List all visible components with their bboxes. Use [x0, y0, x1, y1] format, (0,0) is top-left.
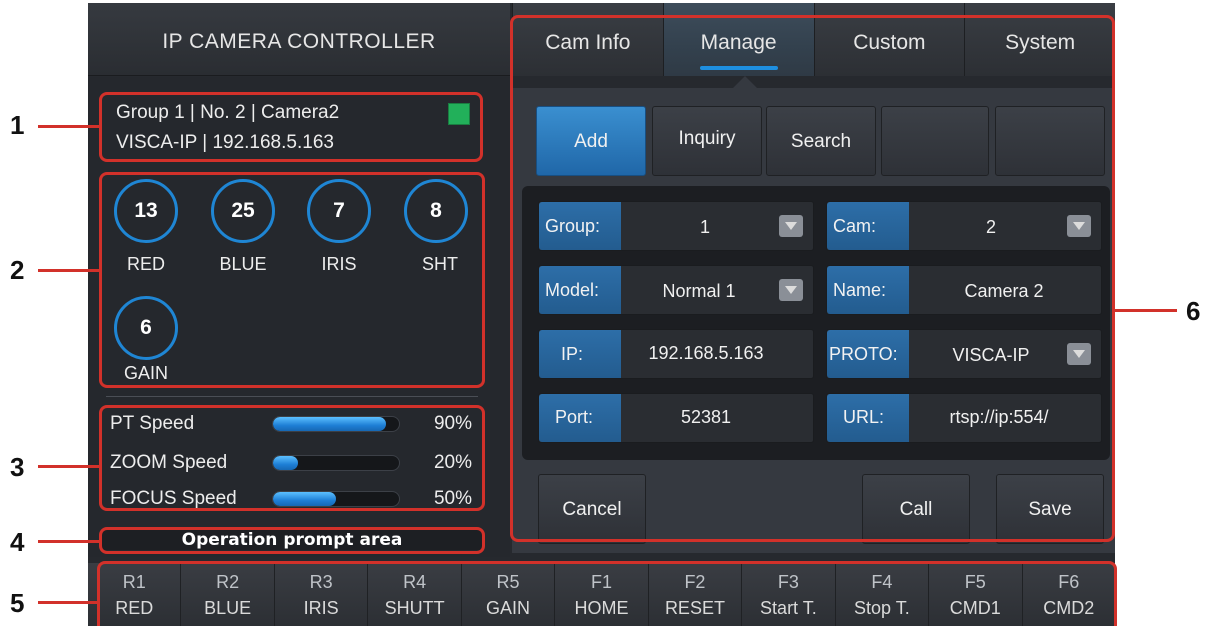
annotation-box-1: [99, 92, 483, 162]
divider: [106, 396, 478, 397]
annotation-box-4: [99, 527, 485, 554]
annotation-box-3: [99, 405, 485, 511]
callout-2: 2: [10, 255, 25, 285]
leader-line-3: [38, 465, 100, 468]
leader-line-5: [38, 601, 98, 604]
callout-4: 4: [10, 527, 25, 557]
callout-1: 1: [10, 110, 25, 140]
annotation-box-5: [97, 561, 1117, 626]
annotation-box-6: [510, 15, 1115, 542]
leader-line-1: [38, 125, 100, 128]
app-header: IP CAMERA CONTROLLER: [88, 3, 510, 76]
callout-6: 6: [1186, 296, 1201, 326]
leader-line-2: [38, 269, 100, 272]
annotation-box-2: [99, 172, 485, 388]
leader-line-6: [1115, 309, 1177, 312]
callout-5: 5: [10, 588, 25, 618]
app-title: IP CAMERA CONTROLLER: [162, 30, 436, 53]
callout-3: 3: [10, 452, 25, 482]
leader-line-4: [38, 540, 100, 543]
